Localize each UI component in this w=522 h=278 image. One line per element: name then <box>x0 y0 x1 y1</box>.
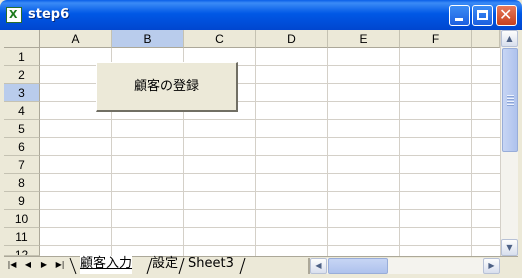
horizontal-scrollbar[interactable]: ◀ ▶ <box>308 258 500 274</box>
horizontal-scroll-thumb[interactable] <box>328 258 388 274</box>
scroll-right-icon[interactable]: ▶ <box>483 258 500 274</box>
column-header-b[interactable]: B <box>112 30 184 48</box>
row-header-2[interactable]: 2 <box>4 66 40 84</box>
register-customer-button[interactable]: 顧客の登録 <box>96 62 238 112</box>
worksheet-area: A B C D E F 1 2 3 4 5 6 7 8 9 10 11 12 顧… <box>4 30 518 275</box>
row-header-1[interactable]: 1 <box>4 48 40 66</box>
column-header-f[interactable]: F <box>400 30 472 48</box>
row-header-5[interactable]: 5 <box>4 120 40 138</box>
row-header-9[interactable]: 9 <box>4 192 40 210</box>
grip-line <box>507 98 514 99</box>
scroll-up-icon[interactable]: ▲ <box>501 30 518 47</box>
close-button[interactable]: ✕ <box>496 5 517 26</box>
minimize-icon <box>455 18 463 21</box>
row-header-12[interactable]: 12 <box>4 246 40 256</box>
scroll-left-icon[interactable]: ◀ <box>310 258 327 274</box>
size-grip[interactable] <box>500 257 518 275</box>
prev-sheet-icon[interactable]: ◀ <box>22 259 34 271</box>
grip-line <box>507 95 514 96</box>
window-title: step6 <box>28 7 70 22</box>
column-header-a[interactable]: A <box>40 30 112 48</box>
row-header-8[interactable]: 8 <box>4 174 40 192</box>
minimize-button[interactable] <box>449 5 470 26</box>
grip-line <box>507 104 514 105</box>
sheet-tab-customer-input[interactable]: 顧客入力 <box>80 256 133 274</box>
column-header-g[interactable] <box>472 30 500 48</box>
title-bar[interactable]: step6 ✕ <box>0 0 522 30</box>
row-header-3[interactable]: 3 <box>4 84 40 102</box>
next-sheet-icon[interactable]: ▶ <box>38 259 50 271</box>
scroll-down-icon[interactable]: ▼ <box>501 239 518 256</box>
row-header-7[interactable]: 7 <box>4 156 40 174</box>
row-header-10[interactable]: 10 <box>4 210 40 228</box>
first-sheet-icon[interactable]: |◀ <box>6 259 18 271</box>
row-header-11[interactable]: 11 <box>4 228 40 246</box>
close-icon: ✕ <box>499 5 513 24</box>
last-sheet-icon[interactable]: ▶| <box>54 259 66 271</box>
excel-window: step6 ✕ A B C D E F 1 2 3 4 5 6 7 8 9 10… <box>0 0 522 278</box>
maximize-icon <box>477 10 488 20</box>
sheet-tab-bar: |◀ ◀ ▶ ▶| 顧客入力 設定 Sheet3 ◀ ▶ <box>4 256 518 275</box>
row-header-4[interactable]: 4 <box>4 102 40 120</box>
column-header-c[interactable]: C <box>184 30 256 48</box>
row-header-6[interactable]: 6 <box>4 138 40 156</box>
select-all-corner[interactable] <box>4 30 40 48</box>
maximize-button[interactable] <box>472 5 493 26</box>
grip-line <box>507 101 514 102</box>
vertical-scroll-thumb[interactable] <box>502 48 518 152</box>
column-header-d[interactable]: D <box>256 30 328 48</box>
sheet-tab-sheet3[interactable]: Sheet3 <box>188 256 234 274</box>
sheet-tab-settings[interactable]: 設定 <box>152 256 178 274</box>
excel-icon[interactable] <box>6 7 22 23</box>
vertical-scrollbar[interactable]: ▲ ▼ <box>500 30 518 256</box>
column-header-e[interactable]: E <box>328 30 400 48</box>
